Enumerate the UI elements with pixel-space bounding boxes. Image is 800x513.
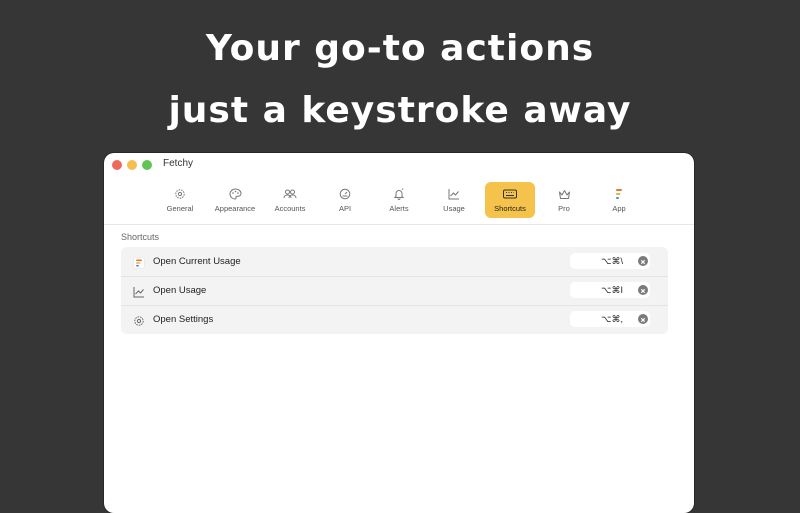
shortcut-row-open-current-usage: Open Current Usage ⌥⌘\ bbox=[121, 247, 668, 276]
tab-general[interactable]: General bbox=[155, 182, 205, 218]
tab-label: Pro bbox=[558, 204, 570, 213]
tab-api[interactable]: API bbox=[320, 182, 370, 218]
tab-label: Appearance bbox=[214, 204, 256, 213]
toolbar-divider bbox=[104, 224, 694, 225]
people-icon bbox=[283, 187, 297, 201]
tab-label: General bbox=[166, 204, 194, 213]
gauge-icon bbox=[339, 187, 351, 201]
tab-pro[interactable]: Pro bbox=[539, 182, 589, 218]
tab-label: Shortcuts bbox=[494, 204, 526, 213]
headline-line-1: Your go-to actions bbox=[205, 28, 595, 69]
close-icon bbox=[640, 317, 646, 323]
tab-shortcuts[interactable]: Shortcuts bbox=[485, 182, 535, 218]
close-icon bbox=[640, 259, 646, 265]
shortcut-label: Open Current Usage bbox=[153, 256, 241, 267]
app-logo-icon bbox=[614, 187, 624, 201]
row-divider bbox=[121, 276, 668, 277]
line-chart-icon bbox=[448, 187, 460, 201]
settings-window: Fetchy General Appearance Accounts API A… bbox=[104, 153, 694, 513]
tab-label: API bbox=[338, 204, 352, 213]
shortcuts-list: Open Current Usage ⌥⌘\ Open Usage ⌥⌘I Op… bbox=[121, 247, 668, 334]
close-window-button[interactable] bbox=[112, 160, 122, 170]
tab-label: Accounts bbox=[274, 204, 306, 213]
tab-alerts[interactable]: Alerts bbox=[374, 182, 424, 218]
tab-usage[interactable]: Usage bbox=[429, 182, 479, 218]
keyboard-icon bbox=[503, 187, 517, 201]
headline-line-2: just a keystroke away bbox=[168, 90, 632, 131]
window-title: Fetchy bbox=[163, 158, 194, 169]
gear-icon bbox=[133, 314, 145, 326]
clear-shortcut-button[interactable] bbox=[638, 256, 648, 266]
clear-shortcut-button[interactable] bbox=[638, 285, 648, 295]
tab-accounts[interactable]: Accounts bbox=[265, 182, 315, 218]
bell-icon bbox=[393, 187, 405, 201]
shortcut-keys: ⌥⌘I bbox=[601, 285, 623, 295]
shortcut-recorder-field[interactable]: ⌥⌘\ bbox=[570, 253, 650, 269]
shortcut-label: Open Settings bbox=[153, 314, 214, 325]
tab-appearance[interactable]: Appearance bbox=[210, 182, 260, 218]
clear-shortcut-button[interactable] bbox=[638, 314, 648, 324]
row-divider bbox=[121, 305, 668, 306]
shortcut-row-open-usage: Open Usage ⌥⌘I bbox=[121, 276, 668, 305]
palette-icon bbox=[228, 187, 242, 201]
shortcut-recorder-field[interactable]: ⌥⌘I bbox=[570, 282, 650, 298]
tab-app[interactable]: App bbox=[594, 182, 644, 218]
gear-icon bbox=[174, 187, 186, 201]
close-icon bbox=[640, 288, 646, 294]
shortcut-recorder-field[interactable]: ⌥⌘, bbox=[570, 311, 650, 327]
shortcut-keys: ⌥⌘, bbox=[601, 314, 623, 324]
crown-icon bbox=[558, 187, 571, 201]
tab-label: Alerts bbox=[389, 204, 409, 213]
line-chart-icon bbox=[133, 285, 145, 298]
settings-toolbar: General Appearance Accounts API Alerts U… bbox=[104, 182, 694, 222]
maximize-window-button[interactable] bbox=[142, 160, 152, 170]
tab-label: Usage bbox=[443, 204, 465, 213]
shortcut-label: Open Usage bbox=[153, 285, 207, 296]
section-title: Shortcuts bbox=[121, 232, 160, 242]
app-logo-icon bbox=[133, 256, 145, 269]
shortcut-keys: ⌥⌘\ bbox=[601, 256, 623, 266]
shortcut-row-open-settings: Open Settings ⌥⌘, bbox=[121, 305, 668, 334]
minimize-window-button[interactable] bbox=[127, 160, 137, 170]
tab-label: App bbox=[612, 204, 626, 213]
